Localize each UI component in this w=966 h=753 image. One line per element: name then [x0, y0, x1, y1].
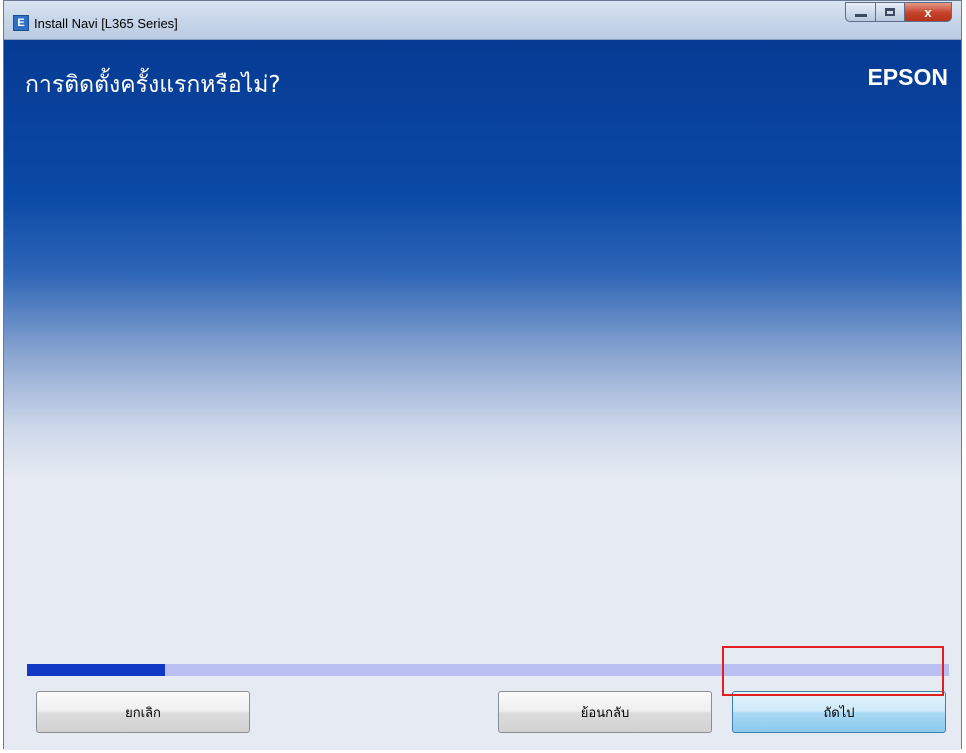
cancel-button[interactable]: ยกเลิก — [36, 691, 250, 733]
maximize-icon — [885, 8, 895, 16]
page-title: การติดตั้งครั้งแรกหรือไม่? — [25, 72, 281, 98]
progress-fill — [27, 664, 166, 676]
content-area: การติดตั้งครั้งแรกหรือไม่? EPSON ยกเลิก … — [4, 40, 961, 750]
next-button[interactable]: ถัดไป — [732, 691, 946, 733]
app-icon: E — [13, 15, 29, 31]
epson-logo: EPSON — [867, 64, 948, 90]
title-bar[interactable]: E Install Navi [L365 Series] x — [4, 1, 961, 40]
installer-window: E Install Navi [L365 Series] x การติดตั้… — [3, 0, 962, 750]
window-title: Install Navi [L365 Series] — [34, 16, 178, 31]
maximize-button[interactable] — [876, 2, 905, 22]
close-icon: x — [924, 4, 932, 20]
progress-bar — [27, 664, 949, 676]
close-button[interactable]: x — [905, 2, 952, 22]
window-controls: x — [845, 2, 952, 24]
minimize-button[interactable] — [845, 2, 876, 22]
minimize-icon — [854, 13, 867, 17]
back-button[interactable]: ย้อนกลับ — [498, 691, 712, 733]
